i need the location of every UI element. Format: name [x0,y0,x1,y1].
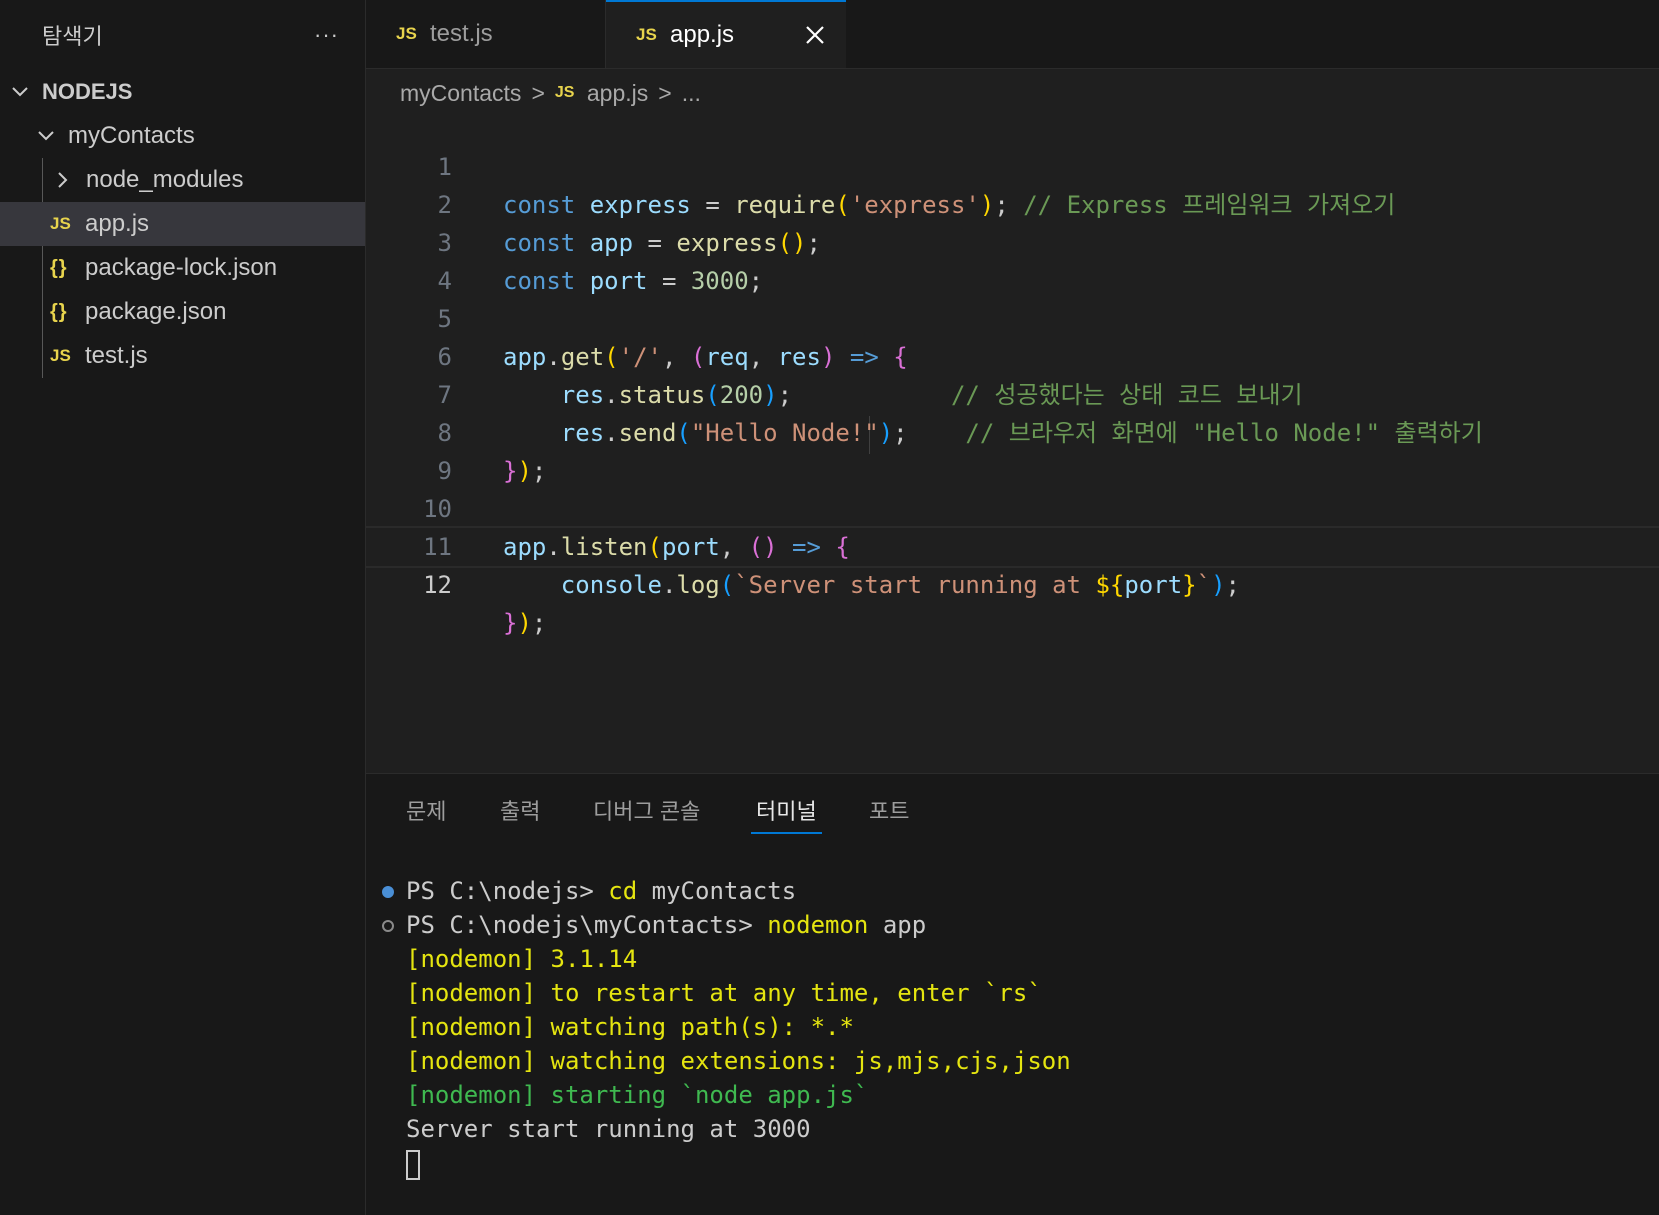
code-line: 4 [366,224,1659,295]
terminal-line: [nodemon] 3.1.14 [406,945,638,973]
tree-item-label: package-lock.json [85,254,278,281]
tab-app-js[interactable]: JS app.js [606,0,846,68]
tree-item-label: node_modules [86,166,244,193]
editor-tab-bar: JS test.js JS app.js [366,0,1659,69]
tree-folder-mycontacts[interactable]: myContacts [0,114,365,158]
terminal-line: Server start running at 3000 [406,1115,811,1143]
code-line: 8 }); [366,376,1659,485]
code-text: console.log(`Server start running at ${p… [560,571,1240,599]
breadcrumb-folder[interactable]: myContacts [400,80,521,107]
code-line: 6 res.status(200); // 성공했다는 상태 코드 보내기 [366,300,1659,409]
code-editor[interactable]: 1 const express = require('express'); //… [366,110,1659,637]
javascript-file-icon: JS [50,214,71,233]
code-line: 11 console.log(`Server start running at … [366,490,1659,599]
command-success-dot-icon [382,886,394,898]
terminal-line: [nodemon] watching extensions: js,mjs,cj… [406,1047,1071,1075]
chevron-right-icon [52,170,74,190]
tree-item-test-js[interactable]: JS test.js [0,334,365,378]
bottom-panel: 문제 출력 디버그 콘솔 터미널 포트 PS C:\nodejs> cd myC… [366,773,1659,1215]
explorer-header: 탐색기 ··· [0,0,365,70]
tree-root-nodejs[interactable]: NODEJS [0,70,365,114]
code-line-current: 12 }); [366,526,1659,637]
terminal-cursor [406,1150,420,1180]
tree-folder-label: myContacts [68,122,195,149]
chevron-down-icon [10,82,32,102]
code-line: 2 const app = express(); [366,148,1659,257]
code-line: 3 const port = 3000; [366,186,1659,295]
explorer-title: 탐색기 [42,24,103,49]
explorer-sidebar: 탐색기 ··· NODEJS myContacts node_modules J… [0,0,366,1215]
tab-label: test.js [430,20,493,47]
json-file-icon: {} [50,300,68,323]
tab-debug-console[interactable]: 디버그 콘솔 [593,794,700,832]
tab-output[interactable]: 출력 [500,794,540,832]
tree-item-node-modules[interactable]: node_modules [0,158,365,202]
tree-root-label: NODEJS [42,79,133,104]
close-icon[interactable] [802,22,828,48]
tree-item-package-lock-json[interactable]: {} package-lock.json [0,246,365,290]
code-line: 1 const express = require('express'); //… [366,110,1659,219]
breadcrumb-file[interactable]: app.js [587,80,648,107]
tab-problems[interactable]: 문제 [406,794,446,832]
terminal-line: PS C:\nodejs> cd myContacts [406,877,797,905]
tree-item-label: test.js [85,342,148,369]
code-line: 7 res.send("Hello Node!"); // 브라우저 화면에 "… [366,338,1659,447]
tree-item-app-js[interactable]: JS app.js [0,202,365,246]
more-actions-icon[interactable]: ··· [314,22,339,48]
code-line: 10 app.listen(port, () => { [366,452,1659,561]
tree-item-label: package.json [85,298,227,325]
javascript-file-icon: JS [636,25,657,44]
chevron-down-icon [36,126,58,146]
line-number: 12 [423,571,452,599]
terminal-line: [nodemon] watching path(s): *.* [406,1013,854,1041]
command-running-dot-icon [382,920,394,932]
javascript-file-icon: JS [554,84,575,101]
terminal-line: [nodemon] starting `node app.js` [406,1081,869,1109]
json-file-icon: {} [50,256,68,279]
tab-ports[interactable]: 포트 [869,794,909,832]
code-line: 5 app.get('/', (req, res) => { [366,262,1659,371]
tree-item-label: app.js [85,210,150,237]
chevron-right-icon: > [531,79,545,106]
breadcrumb-more[interactable]: ... [682,80,701,107]
tab-terminal[interactable]: 터미널 [751,794,822,834]
javascript-file-icon: JS [50,346,71,365]
javascript-file-icon: JS [396,24,417,43]
code-text: }); [503,609,547,637]
terminal-line: [nodemon] to restart at any time, enter … [406,979,1042,1007]
tab-test-js[interactable]: JS test.js [366,0,606,68]
code-line: 9 [366,414,1659,485]
chevron-right-icon: > [658,79,672,106]
tab-label: app.js [670,21,735,48]
terminal-line: PS C:\nodejs\myContacts> nodemon app [406,911,927,939]
tree-item-package-json[interactable]: {} package.json [0,290,365,334]
breadcrumb: myContacts > JS app.js > ... [400,76,701,110]
